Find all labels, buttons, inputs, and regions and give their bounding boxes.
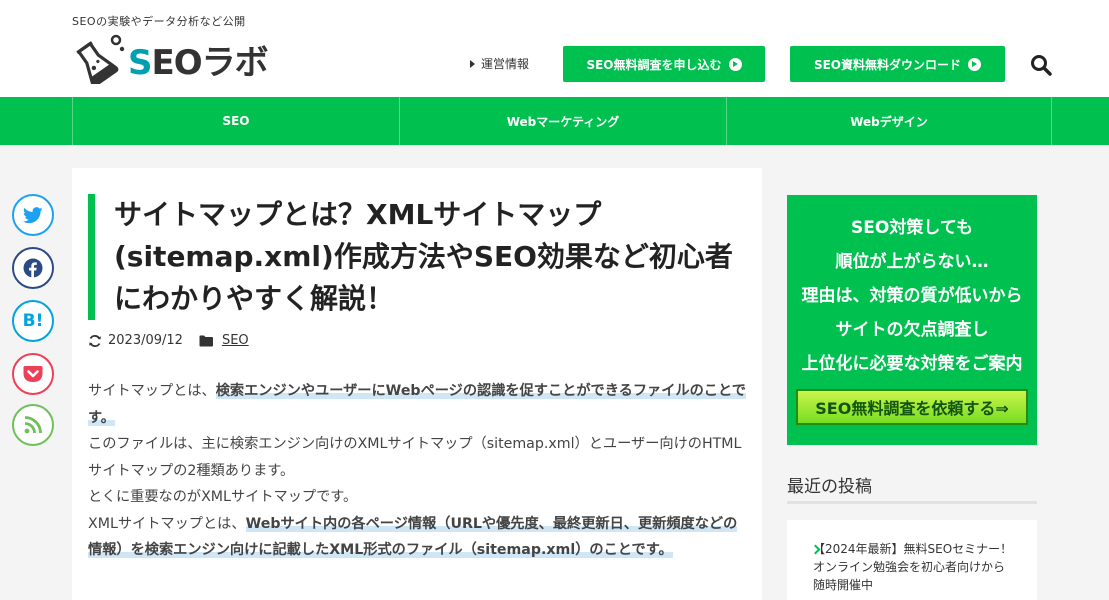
search-icon[interactable] (1030, 54, 1052, 76)
paragraph-2: このファイルは、主に検索エンジン向けのXMLサイトマップ（sitemap.xml… (88, 436, 742, 479)
site-logo[interactable]: SEOラボ (72, 34, 269, 88)
banner-line-1: SEO対策しても (851, 218, 973, 238)
recent-posts-divider (787, 501, 1037, 504)
article-date: 2023/09/12 (108, 333, 183, 348)
recent-posts-heading: 最近の投稿 (787, 477, 872, 497)
rss-icon (24, 416, 42, 434)
twitter-icon (23, 206, 43, 223)
flask-icon (72, 34, 126, 88)
triangle-right-icon (470, 59, 475, 68)
banner-request-button[interactable]: SEO無料調査を依頼する⇒ (796, 389, 1028, 425)
share-twitter-button[interactable] (12, 194, 54, 236)
gnav-divider (1051, 97, 1052, 145)
hatena-bookmark-icon: B! (22, 311, 44, 331)
site-tagline: SEOの実験やデータ分析など公開 (72, 15, 246, 28)
paragraph-1: サイトマップとは、検索エンジンやユーザーにWebページの認識を促すことができるフ… (88, 378, 748, 431)
banner-line-2: 順位が上がらない… (835, 252, 989, 272)
global-nav: SEO Webマーケティング Webデザイン (0, 97, 1109, 145)
download-seo-materials-button[interactable]: SEO資料無料ダウンロード (790, 46, 1005, 82)
gnav-item-web-design[interactable]: Webデザイン (726, 97, 1051, 145)
article-meta: 2023/09/12 SEO (88, 333, 249, 348)
circle-arrow-right-icon (968, 57, 982, 71)
site-header: SEOの実験やデータ分析など公開 SEOラボ 運営情報 SEO無料調査を申し込む (0, 0, 1109, 97)
refresh-icon (89, 334, 101, 347)
about-link[interactable]: 運営情報 (470, 55, 529, 72)
seo-audit-banner[interactable]: SEO対策しても 順位が上がらない… 理由は、対策の質が低いから サイトの欠点調… (787, 195, 1037, 445)
recent-post-link[interactable]: 【2024年最新】無料SEOセミナー！オンライン勉強会を初心者向けから随時開催中 (813, 540, 1013, 594)
article-body: サイトマップとは、検索エンジンやユーザーにWebページの認識を促すことができるフ… (88, 378, 748, 564)
gnav-item-seo[interactable]: SEO (72, 97, 399, 145)
circle-arrow-right-icon (728, 57, 742, 71)
download-button-label: SEO資料無料ダウンロード (813, 57, 962, 72)
pocket-icon (23, 366, 43, 382)
logo-text-rest: EOラボ (151, 42, 269, 83)
paragraph-4: XMLサイトマップとは、Webサイト内の各ページ情報（URLや優先度、最終更新日… (88, 511, 748, 564)
share-rss-button[interactable] (12, 404, 54, 446)
title-accent-bar (88, 194, 95, 320)
about-link-label: 運営情報 (481, 57, 530, 71)
paragraph-3: とくに重要なのがXMLサイトマップです。 (88, 489, 358, 505)
logo-letter-s: S (128, 42, 152, 83)
apply-free-seo-audit-button[interactable]: SEO無料調査を申し込む (563, 46, 765, 82)
banner-line-3: 理由は、対策の質が低いから (801, 286, 1023, 306)
banner-line-4: サイトの欠点調査し (835, 320, 989, 340)
apply-button-label: SEO無料調査を申し込む (586, 57, 722, 72)
share-facebook-button[interactable] (12, 247, 54, 289)
article-category-link[interactable]: SEO (222, 333, 249, 348)
p4-text: XMLサイトマップとは、 (88, 515, 246, 532)
gnav-item-web-marketing[interactable]: Webマーケティング (399, 97, 726, 145)
banner-line-5: 上位化に必要な対策をご案内 (801, 354, 1023, 374)
share-pocket-button[interactable] (12, 353, 54, 395)
logo-text: SEOラボ (128, 35, 269, 84)
folder-icon (199, 335, 213, 346)
facebook-icon (23, 258, 43, 278)
article-title: サイトマップとは？XMLサイトマップ(sitemap.xml)作成方法やSEO効… (114, 198, 733, 315)
share-hatena-button[interactable]: B! (12, 300, 54, 342)
p1-text: サイトマップとは、 (88, 383, 216, 399)
recent-posts-list: 【2024年最新】無料SEOセミナー！オンライン勉強会を初心者向けから随時開催中 (787, 520, 1037, 600)
